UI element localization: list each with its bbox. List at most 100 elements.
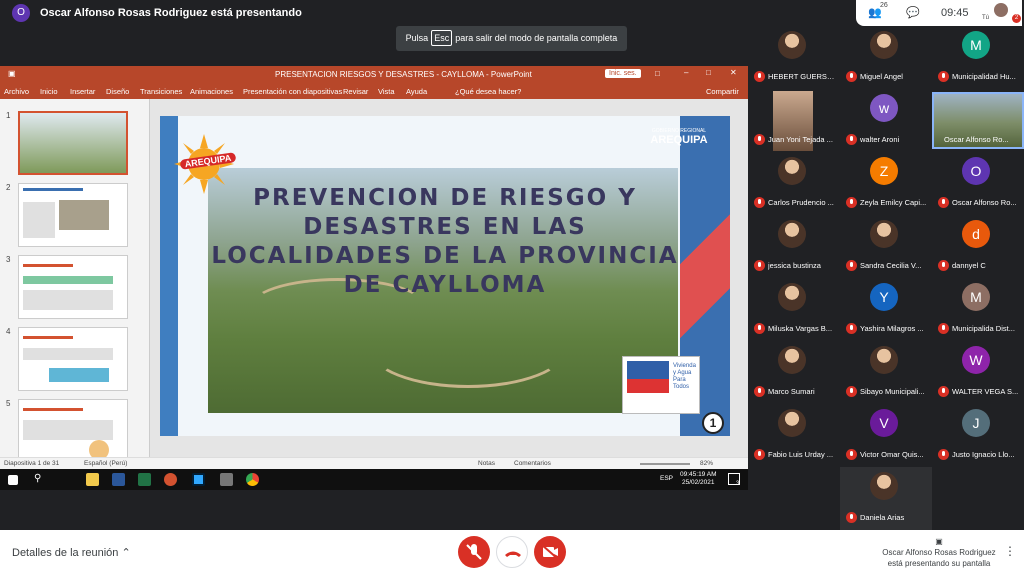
presenting-status[interactable]: ▣ Oscar Alfonso Rosas Rodriguez está pre… [862,536,1016,569]
powerpoint-icon[interactable] [164,473,177,486]
mic-muted-icon [846,386,857,397]
participant-avatar: M [962,283,990,311]
meeting-details-label: Detalles de la reunión [12,547,119,559]
mic-muted-icon [846,134,857,145]
save-icon[interactable]: ▣ [8,69,16,78]
slide-thumb-2[interactable] [18,183,128,247]
participant-name: Juan Yoni Tejada ... [768,135,833,144]
ribbon-tab[interactable]: Animaciones [190,87,233,96]
participant-tile[interactable]: Carlos Prudencio ... [748,152,840,215]
participant-name: Oscar Alfonso Ro... [944,135,1009,144]
ribbon-tab[interactable]: Presentación con diapositivas [243,87,342,96]
mic-toggle-button[interactable] [458,536,490,568]
ppt-statusbar: Diapositiva 1 de 31 Español (Perú) Notas… [0,457,748,469]
presenting-line-2: está presentando su pantalla [887,559,991,568]
maximize-icon[interactable]: □ [706,68,711,77]
notification-badge: 3 [736,481,740,487]
slide-thumb-3[interactable] [18,255,128,319]
participant-avatar: Y [870,283,898,311]
slide-thumb-1[interactable] [18,111,128,175]
participant-avatar: Z [870,157,898,185]
participant-name: walter Aroni [860,135,900,144]
participant-tile[interactable]: Oscar Alfonso Ro... [932,89,1024,152]
file-explorer-icon[interactable] [86,473,99,486]
ribbon-tab[interactable]: ¿Qué desea hacer? [455,87,521,96]
participant-tile[interactable]: Daniela Arias [840,467,932,530]
thumb-number: 2 [6,183,11,192]
camera-toggle-button[interactable] [534,536,566,568]
participant-name: Carlos Prudencio ... [768,198,834,207]
participant-tile[interactable]: d dannyel C [932,215,1024,278]
participant-tile[interactable]: Marco Sumari [748,341,840,404]
participant-avatar [778,283,806,311]
participant-tile[interactable]: Y Yashira Milagros ... [840,278,932,341]
self-avatar[interactable] [994,3,1008,17]
ribbon-tab[interactable]: Revisar [343,87,368,96]
participant-tile[interactable]: w walter Aroni [840,89,932,152]
participant-tile[interactable]: Juan Yoni Tejada ... [748,89,840,152]
ribbon-tab[interactable]: Transiciones [140,87,182,96]
excel-icon[interactable] [138,473,151,486]
mic-muted-icon [938,449,949,460]
camera-off-icon [541,544,559,560]
participant-tile[interactable]: HEBERT GUERSO... [748,26,840,89]
mic-muted-icon [754,71,765,82]
ribbon-tab[interactable]: Vista [378,87,395,96]
top-right-toolbar: 👥 26 💬 09:45 Tú 2 [856,0,1022,26]
share-button[interactable]: Compartir [706,87,739,96]
more-options-icon[interactable]: ⋮ [1004,544,1016,558]
mic-muted-icon [754,449,765,460]
meeting-details-button[interactable]: Detalles de la reunión ⌃ [12,546,131,559]
slide-thumb-4[interactable] [18,327,128,391]
participant-avatar: w [870,94,898,122]
participant-avatar: M [962,31,990,59]
participant-tile[interactable]: Sibayo Municipali... [840,341,932,404]
leave-call-button[interactable] [496,536,528,568]
comments-button[interactable]: Comentarios [514,460,551,467]
participant-avatar [778,31,806,59]
participant-tile[interactable]: Miluska Vargas B... [748,278,840,341]
participant-avatar [870,31,898,59]
participant-tile[interactable]: Sandra Cecilia V... [840,215,932,278]
participant-tile[interactable]: V Victor Omar Quis... [840,404,932,467]
participant-tile[interactable]: M Municipalida Dist... [932,278,1024,341]
word-icon[interactable] [112,473,125,486]
chrome-icon[interactable] [246,473,259,486]
ribbon-tab[interactable]: Ayuda [406,87,427,96]
participant-tile[interactable]: M Municipalidad Hu... [932,26,1024,89]
app-icon[interactable] [220,473,233,486]
mic-muted-icon [938,323,949,334]
participant-tile[interactable]: jessica bustinza [748,215,840,278]
regional-government-logo: GOBIERNO REGIONAL AREQUIPA [644,128,714,146]
participant-tile[interactable]: Miguel Angel [840,26,932,89]
ribbon-tab[interactable]: Insertar [70,87,95,96]
esc-key: Esc [431,30,453,46]
participant-tile[interactable]: O Oscar Alfonso Ro... [932,152,1024,215]
notes-button[interactable]: Notas [478,460,495,467]
chat-icon[interactable]: 💬 [906,6,920,19]
ribbon-display-icon[interactable]: □ [655,69,660,78]
taskbar-date: 25/02/2021 [681,479,715,486]
mic-muted-icon [754,260,765,271]
minimize-icon[interactable]: – [684,68,688,77]
thumb-number: 1 [6,111,11,120]
participant-tile[interactable]: J Justo Ignacio Llo... [932,404,1024,467]
ribbon-tab[interactable]: Inicio [40,87,58,96]
participant-tile[interactable]: W WALTER VEGA S... [932,341,1024,404]
signin-button[interactable]: Inic. ses. [605,69,641,78]
windows-start-icon[interactable] [8,475,18,485]
hang-up-icon [505,551,521,557]
slide-thumb-5[interactable] [18,399,128,463]
participant-avatar [778,409,806,437]
participant-tile[interactable]: Z Zeyla Emilcy Capi... [840,152,932,215]
mic-muted-icon [938,197,949,208]
participant-name: Sandra Cecilia V... [860,261,922,270]
participant-tile[interactable]: Fabio Luis Urday ... [748,404,840,467]
photoshop-icon[interactable] [192,473,205,486]
search-icon[interactable]: ⚲ [34,473,47,486]
participant-avatar [778,157,806,185]
zoom-slider[interactable] [640,463,690,465]
ribbon-tab[interactable]: Diseño [106,87,129,96]
ribbon-tab[interactable]: Archivo [4,87,29,96]
close-icon[interactable]: ✕ [730,68,737,77]
